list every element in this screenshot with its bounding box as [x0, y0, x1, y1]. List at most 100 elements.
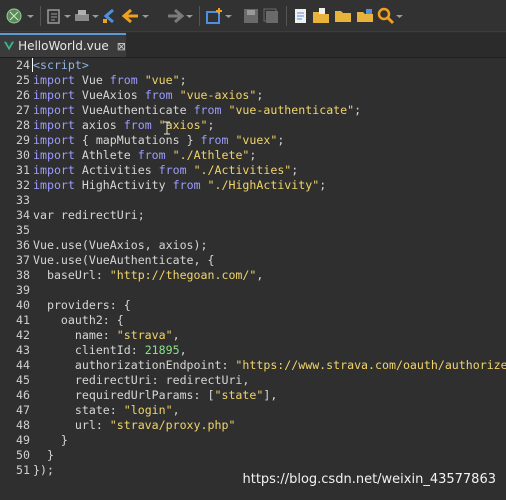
code-line[interactable]: 29 import { mapMutations } from "vuex";	[0, 133, 506, 148]
code-text: baseUrl: "http://thegoan.com/",	[33, 268, 263, 283]
line-number: 33	[16, 193, 30, 207]
code-line[interactable]: 36 Vue.use(VueAxios, axios);	[0, 238, 506, 253]
code-token: { mapMutations }	[74, 133, 201, 147]
folder-icon[interactable]	[333, 4, 353, 28]
new-wizard-icon[interactable]	[45, 4, 71, 28]
code-line[interactable]: 38 baseUrl: "http://thegoan.com/",	[0, 268, 506, 283]
doc-icon[interactable]	[291, 4, 309, 28]
code-line[interactable]: 27 import VueAuthenticate from "vue-authe…	[0, 103, 506, 118]
code-line[interactable]: 49 }	[0, 433, 506, 448]
save-icon[interactable]	[242, 4, 260, 28]
code-text: url: "strava/proxy.php"	[33, 418, 236, 433]
line-number: 47	[16, 403, 30, 417]
code-text: <script>	[33, 58, 89, 73]
code-line[interactable]: 43 clientId: 21895,	[0, 343, 506, 358]
code-token: import	[33, 103, 75, 117]
code-token: import	[33, 118, 75, 132]
code-text: var redirectUri;	[33, 208, 145, 223]
line-number: 36	[16, 238, 30, 252]
code-line[interactable]: 45 redirectUri: redirectUri,	[0, 373, 506, 388]
code-token: "./Athlete"	[172, 148, 250, 162]
tab-helloworld-vue[interactable]: HelloWorld.vue ⊠	[0, 33, 126, 57]
back-arrow-icon[interactable]	[121, 4, 149, 28]
globe-run-icon[interactable]	[4, 4, 34, 28]
code-token: "https://www.strava.com/oauth/authorize	[235, 358, 506, 372]
code-token: redirectUri: redirectUri,	[33, 373, 250, 387]
close-icon[interactable]: ⊠	[117, 40, 126, 53]
code-line[interactable]: 42 name: "strava",	[0, 328, 506, 343]
code-token: HighActivity	[74, 178, 173, 192]
code-line[interactable]: 40 providers: {	[0, 298, 506, 313]
line-number: 50	[16, 448, 30, 462]
line-number: 37	[16, 253, 30, 267]
line-number: 30	[16, 148, 30, 162]
code-line[interactable]: 31 import Activities from "./Activities";	[0, 163, 506, 178]
code-token: name:	[33, 328, 117, 342]
code-token: clientId:	[33, 343, 145, 357]
code-token: });	[33, 463, 54, 477]
code-text: clientId: 21895,	[33, 343, 187, 358]
code-line[interactable]: 32 import HighActivity from "./HighActivi…	[0, 178, 506, 193]
folder-open-icon[interactable]	[355, 4, 375, 28]
code-line[interactable]: 39	[0, 283, 506, 298]
code-line[interactable]: 33	[0, 193, 506, 208]
line-number: 45	[16, 373, 30, 387]
code-line[interactable]: 41 oauth2: {	[0, 313, 506, 328]
code-line[interactable]: 25 import Vue from "vue";	[0, 73, 506, 88]
new-item-icon[interactable]	[204, 4, 232, 28]
line-number: 25	[16, 73, 30, 87]
line-number: 41	[16, 313, 30, 327]
forward-arrow-icon[interactable]	[165, 4, 193, 28]
code-line[interactable]: 35	[0, 223, 506, 238]
code-line[interactable]: 50 }	[0, 448, 506, 463]
code-token: from	[200, 133, 229, 147]
code-line[interactable]: 47 state: "login",	[0, 403, 506, 418]
code-editor[interactable]: 24 <script> 25 import Vue from "vue"; 26 impo…	[0, 58, 506, 500]
code-text: authorizationEndpoint: "https://www.stra…	[33, 358, 506, 373]
code-line[interactable]: 30 import Athlete from "./Athlete";	[0, 148, 506, 163]
line-number: 43	[16, 343, 30, 357]
code-token: import	[33, 73, 75, 87]
code-token: VueAxios	[74, 88, 145, 102]
code-line[interactable]: 28 import axios from "axios";	[0, 118, 506, 133]
line-number: 35	[16, 223, 30, 237]
code-token: oauth2: {	[33, 313, 124, 327]
code-text: import VueAxios from "vue-axios";	[33, 88, 263, 103]
line-number: 27	[16, 103, 30, 117]
code-token: import	[33, 88, 75, 102]
code-line[interactable]: 34 var redirectUri;	[0, 208, 506, 223]
print-icon[interactable]	[73, 4, 99, 28]
code-text: import Vue from "vue";	[33, 73, 187, 88]
line-number: 49	[16, 433, 30, 447]
code-line[interactable]: 26 import VueAxios from "vue-axios";	[0, 88, 506, 103]
open-folder-icon[interactable]	[311, 4, 331, 28]
code-token: import	[33, 178, 75, 192]
code-token: import	[33, 148, 75, 162]
code-token: "./Activities"	[193, 163, 292, 177]
code-token: from	[137, 148, 166, 162]
code-token: Vue	[74, 73, 110, 87]
code-token: }	[33, 448, 54, 462]
code-token: state:	[33, 403, 124, 417]
code-token: from	[144, 88, 173, 102]
code-token: "vue"	[144, 73, 180, 87]
search-icon[interactable]	[377, 4, 403, 28]
code-token: from	[172, 178, 201, 192]
save-all-icon[interactable]	[262, 4, 280, 28]
code-line[interactable]: 37 Vue.use(VueAuthenticate, {	[0, 253, 506, 268]
code-text: oauth2: {	[33, 313, 124, 328]
code-text: Vue.use(VueAxios, axios);	[33, 238, 208, 253]
code-line[interactable]: 44 authorizationEndpoint: "https://www.s…	[0, 358, 506, 373]
code-line[interactable]: 46 requiredUrlParams: ["state"],	[0, 388, 506, 403]
code-token: "vue-authenticate"	[228, 103, 355, 117]
code-token: providers: {	[33, 298, 131, 312]
line-number: 34	[16, 208, 30, 222]
code-line[interactable]: 48 url: "strava/proxy.php"	[0, 418, 506, 433]
code-token: baseUrl:	[33, 268, 110, 282]
code-line[interactable]: 24 <script>	[0, 58, 506, 73]
line-number: 44	[16, 358, 30, 372]
code-token: ;	[249, 148, 257, 162]
back-nav-icon[interactable]	[101, 4, 119, 28]
